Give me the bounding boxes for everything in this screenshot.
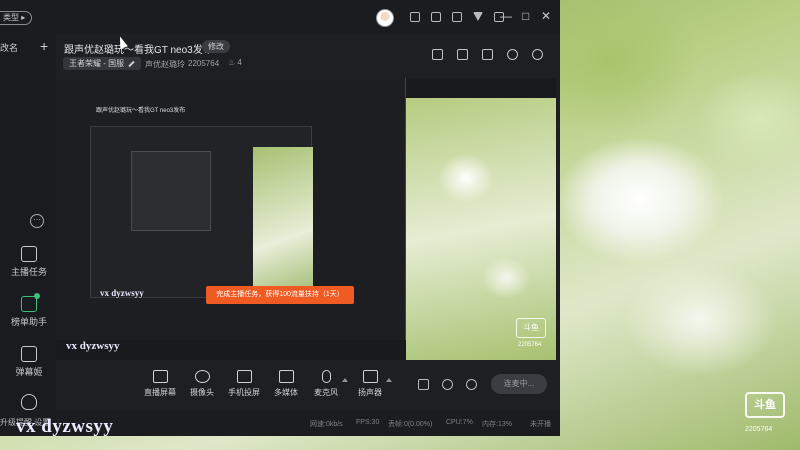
tool-speaker[interactable]: 扬声器 (350, 370, 390, 398)
tv-icon (21, 346, 37, 362)
close-button[interactable]: ✕ (541, 9, 551, 23)
memory-usage: 内存:13% (482, 421, 512, 428)
left-sidebar: 改名 + ⋯ 主播任务 榜单助手 弹幕姬 (0, 34, 56, 436)
douyu-logo-large: 斗鱼 (745, 392, 785, 418)
layout-icon[interactable] (482, 49, 493, 60)
header-icons (432, 49, 543, 60)
titlebar-icons (410, 12, 504, 22)
title-bar: 类型 ▸ — □ ✕ (0, 0, 560, 34)
screen: 类型 ▸ — □ ✕ 改名 + ⋯ 主播任务 榜单助手 弹幕姬 跟声优赵璐玩～看… (0, 0, 800, 450)
preview-room-id: 2205764 (518, 342, 542, 348)
nested-capture-inner (90, 126, 313, 299)
add-icon[interactable]: + (40, 38, 48, 54)
tool-camera[interactable]: 摄像头 (182, 370, 222, 398)
cpu-usage: CPU:7% (446, 419, 473, 426)
more-icon[interactable]: ⋯ (30, 214, 44, 228)
ranking-icon (21, 293, 40, 312)
category-tag[interactable]: 王者荣耀 - 国服 (63, 57, 142, 70)
nested-title: 跟声优赵璐玩～看我GT neo3发布 (96, 108, 186, 114)
type-pill[interactable]: 类型 ▸ (0, 11, 33, 25)
room-id: 2205764 (188, 59, 220, 68)
sidebar-item-danmaku[interactable]: 弹幕姬 (6, 346, 52, 378)
microphone-icon (321, 370, 331, 383)
tool-media[interactable]: 多媒体 (266, 370, 306, 398)
task-toast[interactable]: 完成主播任务，获得100流量扶持（1天） (206, 286, 354, 304)
stream-title: 跟声优赵璐玩～看我GT neo3发布 (64, 45, 213, 56)
share-icon[interactable] (532, 49, 543, 60)
watermark: vx dyzwsyy (16, 416, 114, 437)
maximize-button[interactable]: □ (522, 9, 529, 23)
pencil-icon (128, 60, 135, 68)
lock-icon[interactable] (457, 49, 468, 60)
record-icon[interactable] (418, 379, 429, 390)
speaker-icon (362, 370, 378, 383)
phone-cast-icon (236, 370, 252, 383)
mail-icon[interactable] (410, 12, 420, 22)
tool-microphone[interactable]: 麦克风 (306, 370, 346, 398)
connect-button[interactable]: 连麦中... (491, 374, 547, 394)
nested-flower-image (253, 147, 313, 299)
nested-watermark: vx dyzwsyy (100, 288, 144, 298)
monitor-icon[interactable] (452, 12, 462, 22)
avatar[interactable] (376, 9, 394, 27)
dropped-frames: 丢帧:0(0.00%) (388, 421, 433, 428)
minimize-button[interactable]: — (500, 9, 512, 23)
clipboard-icon (21, 246, 37, 262)
live-streaming-window: 类型 ▸ — □ ✕ 改名 + ⋯ 主播任务 榜单助手 弹幕姬 跟声优赵璐玩～看… (0, 0, 560, 436)
overlay-room-id: 2205764 (745, 426, 773, 433)
douyu-logo: 斗鱼 (516, 318, 546, 338)
stream-preview[interactable]: 跟声优赵璐玩～看我GT neo3发布 vx dyzwsyy 完成主播任务，获得1… (56, 78, 556, 360)
host-name: 声优赵璐玲 (145, 60, 185, 69)
preview-watermark: vx dyzwsyy (66, 340, 120, 352)
camera-icon (194, 370, 210, 383)
fps: FPS:30 (356, 419, 380, 426)
screen-icon (152, 370, 168, 383)
live-status: 未开播 (530, 421, 551, 428)
rename-label[interactable]: 改名 (0, 41, 18, 54)
fire-icon (21, 394, 37, 410)
message-icon[interactable] (431, 12, 441, 22)
net-speed: 网速:0kb/s (310, 421, 343, 428)
media-icon (278, 370, 294, 383)
sidebar-item-anchor-tasks[interactable]: 主播任务 (6, 246, 52, 278)
settings-icon[interactable] (466, 379, 477, 390)
bottom-toolbar: 直播屏幕 摄像头 手机投屏 多媒体 麦克风 扬声器 连麦中... (56, 360, 560, 410)
eye-icon[interactable] (442, 379, 453, 390)
fans-count: ♨ 4 (228, 58, 242, 67)
speaker-caret-icon[interactable] (386, 378, 392, 382)
delete-icon[interactable] (432, 49, 443, 60)
tool-screen[interactable]: 直播屏幕 (140, 370, 180, 398)
filter-icon[interactable] (473, 12, 483, 21)
edit-title-button[interactable]: 修改 (202, 40, 230, 53)
tool-phone-cast[interactable]: 手机投屏 (224, 370, 264, 398)
nested-capture-deep (131, 151, 211, 231)
bell-icon[interactable] (507, 49, 518, 60)
sidebar-item-ranking[interactable]: 榜单助手 (6, 293, 52, 328)
microphone-caret-icon[interactable] (342, 378, 348, 382)
